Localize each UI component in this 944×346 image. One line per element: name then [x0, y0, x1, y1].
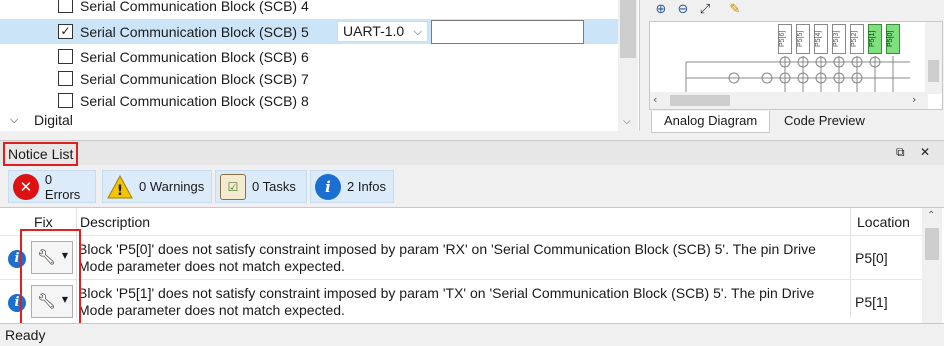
svg-text:!: !: [117, 183, 123, 199]
fix-column-highlight: [20, 229, 81, 329]
info-icon: i: [315, 173, 341, 200]
tree-row-label: Serial Communication Block (SCB) 7: [80, 70, 309, 87]
close-icon[interactable]: ✕: [920, 145, 930, 159]
checkbox-scb5[interactable]: ✓: [58, 24, 73, 39]
analog-diagram-canvas[interactable]: P5[6] P5[5] P5[4] P5[3] P5[2] P5[1] P5[0…: [649, 21, 943, 110]
tree-row-scb6[interactable]: Serial Communication Block (SCB) 6: [0, 45, 618, 68]
zoom-in-icon[interactable]: ⊕: [652, 2, 670, 20]
float-window-icon[interactable]: ⧉: [896, 145, 905, 160]
status-bar: Ready: [0, 323, 944, 346]
tasks-filter-button[interactable]: ☑ 0 Tasks: [215, 170, 307, 203]
notice-description: Block 'P5[1]' does not satisfy constrain…: [78, 285, 815, 318]
diagram-horizontal-scrollbar[interactable]: ‹ ›: [650, 92, 928, 109]
notice-list-title: Notice List: [3, 142, 79, 166]
wiring-lines: [685, 56, 910, 94]
diagram-vertical-scrollbar[interactable]: [925, 22, 942, 94]
errors-count: 0 Errors: [44, 171, 81, 202]
tree-row-scb7[interactable]: Serial Communication Block (SCB) 7: [0, 67, 618, 90]
notice-filter-bar: ✕ 0 Errors ! 0 Warnings ☑ 0 Tasks i 2 In…: [0, 167, 944, 205]
scroll-down-icon[interactable]: ⌵: [623, 116, 631, 127]
column-header-description[interactable]: Description: [80, 214, 150, 230]
tree-row-scb8[interactable]: Serial Communication Block (SCB) 8: [0, 89, 618, 112]
version-select[interactable]: UART-1.0 ⌵: [337, 21, 428, 42]
scrollbar-thumb[interactable]: [925, 228, 939, 260]
pencil-icon[interactable]: ✎: [726, 2, 744, 20]
checkbox-scb4[interactable]: [58, 0, 73, 13]
scroll-left-icon[interactable]: ‹: [653, 93, 657, 106]
scroll-right-icon[interactable]: ›: [912, 93, 916, 106]
table-row[interactable]: i 🔧︎ ▼ Block 'P5[1]' does not satisfy co…: [0, 279, 922, 323]
checkbox-scb7[interactable]: [58, 71, 73, 86]
scrollbar-thumb[interactable]: [670, 95, 730, 106]
tree-row-label: Serial Communication Block (SCB) 6: [80, 48, 309, 65]
scrollbar-thumb[interactable]: [620, 0, 636, 58]
checkbox-scb6[interactable]: [58, 49, 73, 64]
notice-description: Block 'P5[0]' does not satisfy constrain…: [78, 241, 816, 274]
warnings-filter-button[interactable]: ! 0 Warnings: [102, 170, 212, 203]
tasks-count: 0 Tasks: [252, 179, 296, 194]
column-header-fix[interactable]: Fix: [34, 214, 53, 230]
tab-code-preview[interactable]: Code Preview: [772, 111, 877, 133]
table-row[interactable]: i 🔧︎ ▼ Block 'P5[0]' does not satisfy co…: [0, 235, 922, 279]
instance-name-input[interactable]: [431, 20, 584, 44]
component-tree: Serial Communication Block (SCB) 4 ✓ Ser…: [0, 0, 640, 131]
errors-filter-button[interactable]: ✕ 0 Errors: [8, 170, 96, 203]
fit-to-window-icon[interactable]: ⤢: [696, 2, 714, 20]
tree-row-scb4[interactable]: Serial Communication Block (SCB) 4: [0, 0, 618, 17]
checkbox-scb8[interactable]: [58, 93, 73, 108]
zoom-out-icon[interactable]: ⊖: [674, 2, 692, 20]
diagram-panel: ⊕ ⊖ ⤢ ✎ P5[6] P5[5] P5[4] P5[3] P5[2] P5…: [641, 0, 944, 134]
tree-group-digital[interactable]: ⌵ Digital: [0, 111, 618, 131]
notice-location: P5[1]: [855, 294, 888, 310]
notice-location: P5[0]: [855, 250, 888, 266]
tree-row-label: Serial Communication Block (SCB) 8: [80, 92, 309, 109]
tree-scrollbar[interactable]: ⌵: [618, 0, 638, 131]
warnings-count: 0 Warnings: [139, 179, 205, 194]
chevron-down-icon: ⌵: [413, 25, 422, 38]
infos-count: 2 Infos: [347, 179, 387, 194]
tree-row-scb5[interactable]: ✓ Serial Communication Block (SCB) 5 UAR…: [0, 19, 618, 44]
task-list-icon: ☑: [220, 173, 246, 200]
tree-group-label: Digital: [34, 112, 73, 128]
tree-row-label: Serial Communication Block (SCB) 4: [80, 0, 309, 14]
tree-row-label: Serial Communication Block (SCB) 5: [80, 23, 309, 40]
status-text: Ready: [5, 327, 46, 343]
scroll-up-icon[interactable]: ⌃: [927, 210, 935, 221]
scrollbar-thumb[interactable]: [928, 60, 939, 82]
notice-table: Fix Description Location i 🔧︎ ▼ Block 'P…: [0, 207, 944, 324]
infos-filter-button[interactable]: i 2 Infos: [310, 170, 394, 203]
warning-icon: !: [107, 174, 133, 200]
error-icon: ✕: [13, 173, 39, 200]
notice-list-header: Notice List ⧉ ✕: [0, 140, 944, 166]
chevron-down-icon[interactable]: ⌵: [10, 113, 18, 127]
column-header-location[interactable]: Location: [857, 214, 910, 230]
tab-analog-diagram[interactable]: Analog Diagram: [651, 111, 771, 133]
version-select-value: UART-1.0: [343, 23, 405, 39]
notice-table-scrollbar[interactable]: ⌃: [922, 208, 942, 324]
